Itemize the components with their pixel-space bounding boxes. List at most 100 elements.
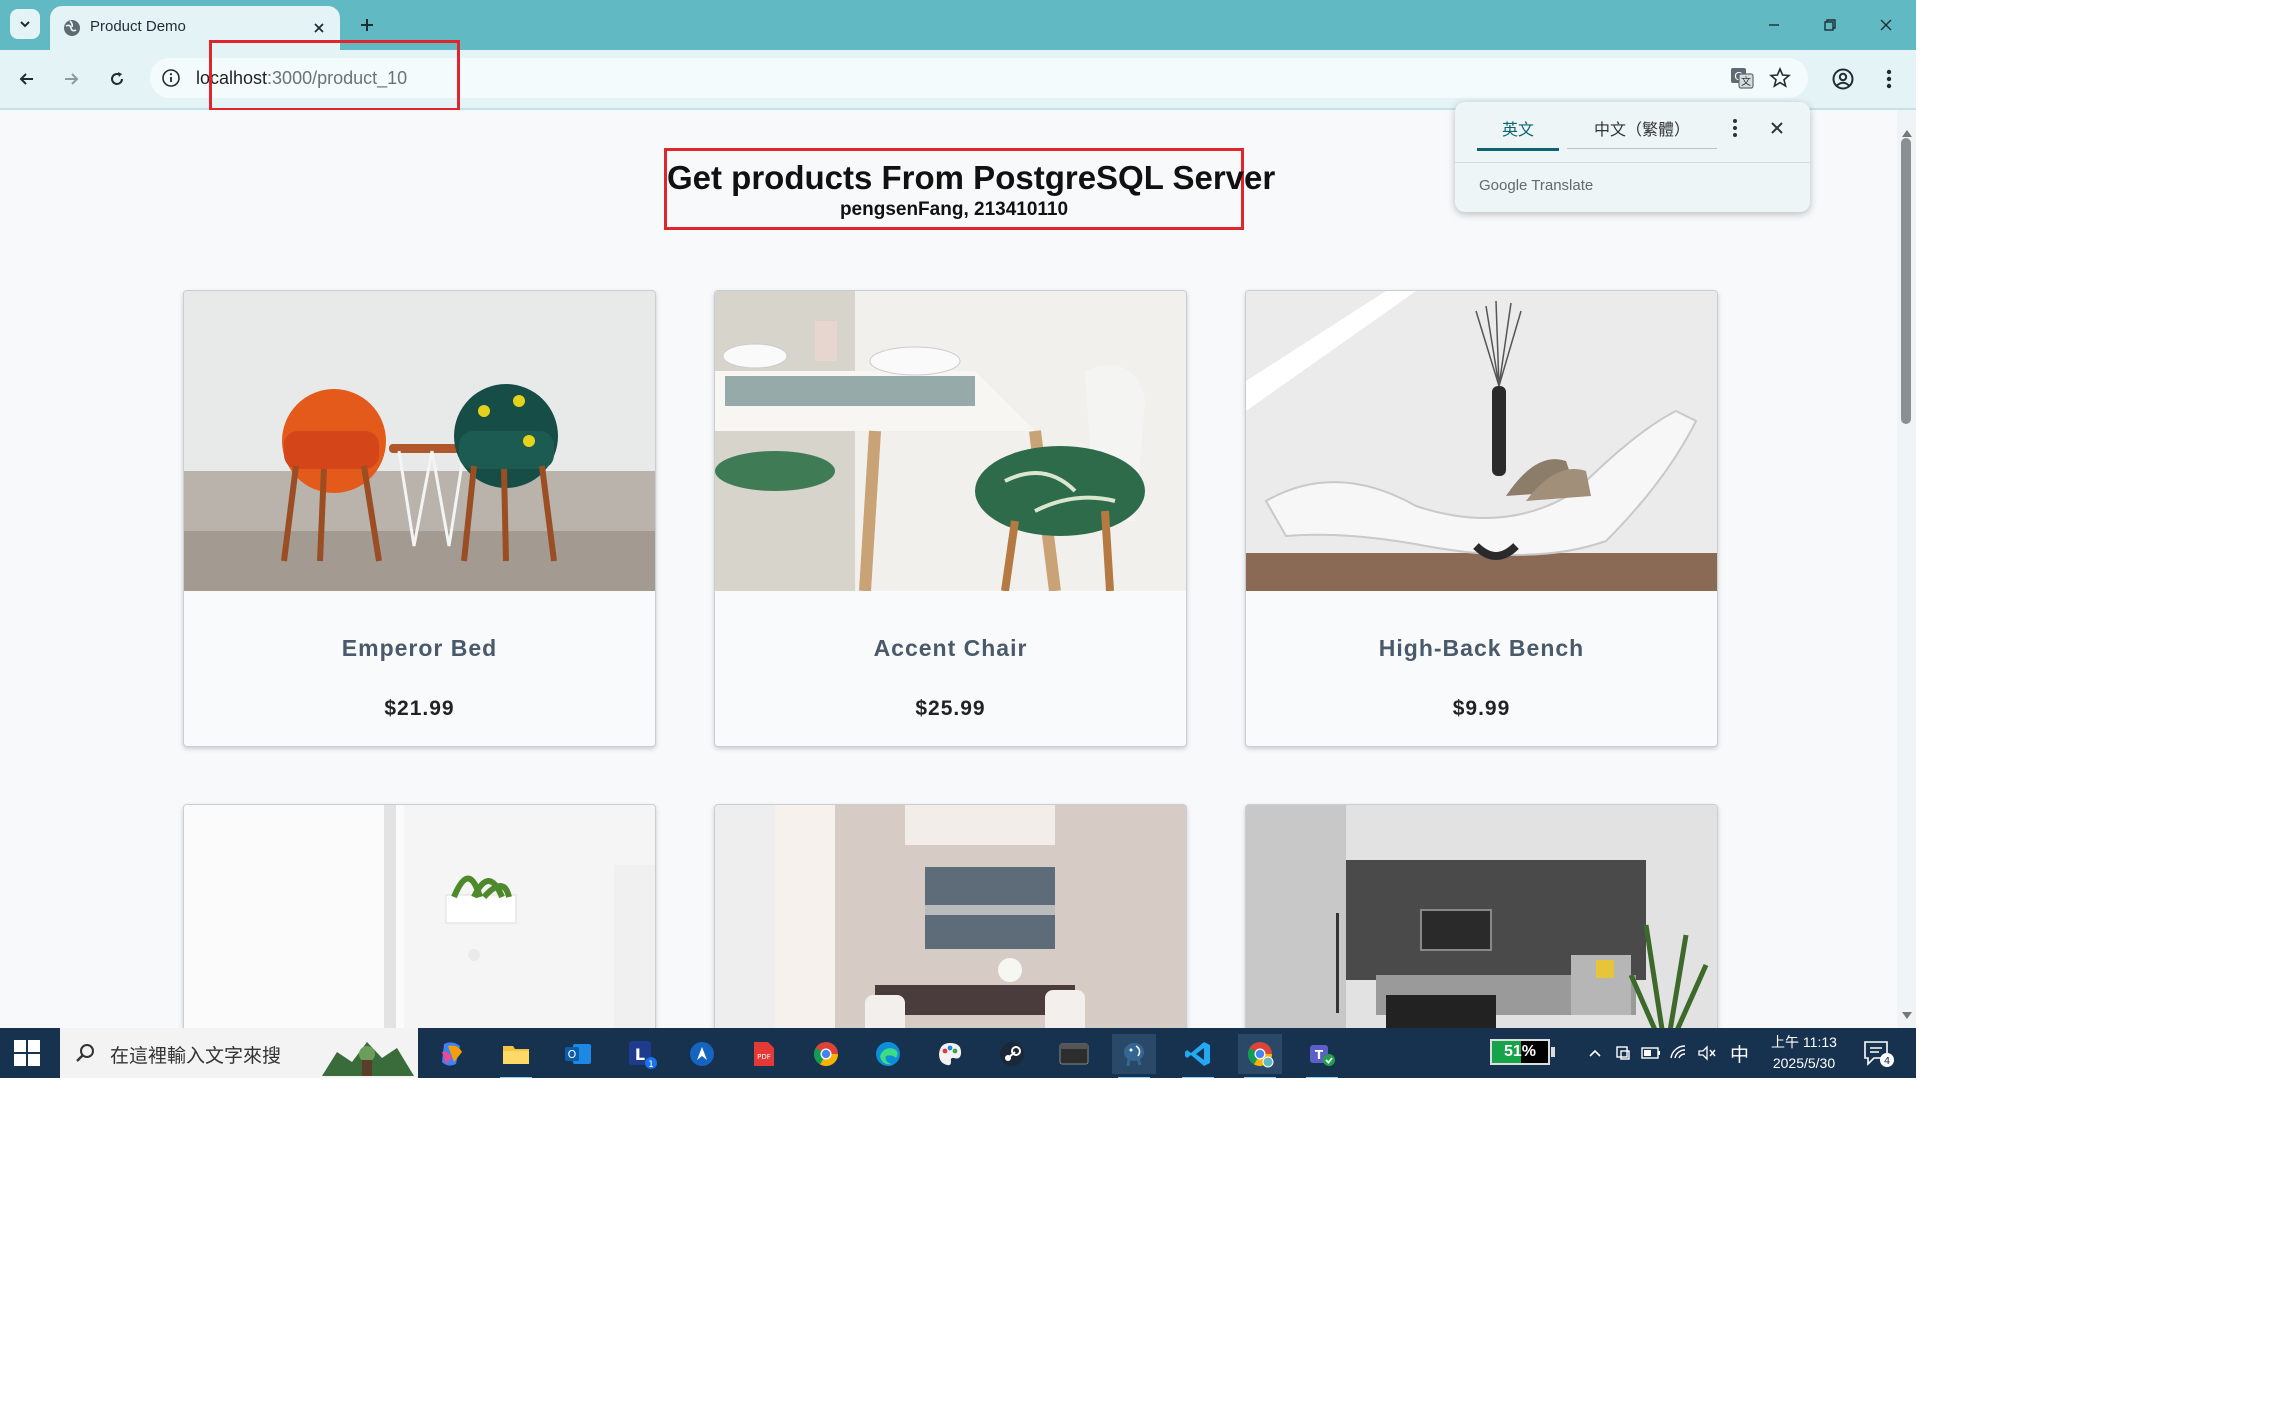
new-tab-button[interactable] <box>354 12 380 38</box>
clock-time: 上午 11:13 <box>1771 1034 1837 1050</box>
scroll-thumb[interactable] <box>1901 138 1911 424</box>
line-icon[interactable]: L1 <box>620 1034 664 1074</box>
more-vertical-icon <box>1886 69 1892 89</box>
product-image-white-room <box>184 805 655 1028</box>
chrome-profile-icon[interactable] <box>1238 1034 1282 1078</box>
screen: Product Demo localhost:3000/product_10 文… <box>0 0 1916 1078</box>
product-image-dining-room <box>715 805 1186 1028</box>
restore-button[interactable] <box>1810 10 1850 40</box>
product-price: $9.99 <box>1452 697 1511 720</box>
product-image-living-room <box>1246 805 1717 1028</box>
reload-icon <box>111 72 123 85</box>
copilot-icon[interactable] <box>430 1034 474 1074</box>
svg-text:PDF: PDF <box>757 1053 771 1061</box>
product-card[interactable]: High-Back Bench $9.99 <box>1245 290 1718 747</box>
product-name: Emperor Bed <box>341 635 498 661</box>
bookmark-star-icon[interactable] <box>1766 64 1794 92</box>
notification-icon[interactable]: 4 <box>1862 1038 1894 1068</box>
translate-target-tab[interactable]: 中文（繁體） <box>1567 116 1717 149</box>
battery-tray-icon[interactable] <box>1640 1042 1662 1064</box>
arrow-right-icon <box>65 73 79 85</box>
chrome-icon[interactable] <box>804 1034 848 1074</box>
account-icon <box>1832 68 1854 90</box>
product-image-emperor-bed <box>184 291 655 591</box>
edge-icon[interactable] <box>866 1034 910 1074</box>
product-card[interactable] <box>183 804 656 1028</box>
restore-icon <box>1824 19 1836 31</box>
reload-button[interactable] <box>100 62 134 96</box>
svg-text:T: T <box>1315 1048 1324 1062</box>
wifi-icon[interactable] <box>1668 1042 1690 1064</box>
translate-icon[interactable]: G文 <box>1728 64 1756 92</box>
clock-date: 2025/5/30 <box>1772 1055 1836 1071</box>
page-viewport: Get products From PostgreSQL Server peng… <box>0 110 1916 1028</box>
battery-nub <box>1551 1047 1555 1057</box>
device-icon[interactable] <box>1612 1042 1634 1064</box>
postgresql-icon[interactable] <box>1112 1034 1156 1078</box>
chevron-down-icon <box>20 21 30 28</box>
profile-button[interactable] <box>1826 62 1860 96</box>
paint-icon[interactable] <box>928 1034 972 1074</box>
battery-indicator[interactable]: 51% <box>1490 1039 1555 1065</box>
product-card[interactable] <box>1245 804 1718 1028</box>
forward-button[interactable] <box>54 62 88 96</box>
product-card[interactable]: Emperor Bed $21.99 <box>183 290 656 747</box>
volume-muted-icon[interactable] <box>1696 1042 1718 1064</box>
translate-options-button[interactable] <box>1723 116 1747 140</box>
pdf-icon[interactable]: PDF <box>742 1034 786 1074</box>
globe-icon <box>64 20 80 36</box>
tab-search-button[interactable] <box>10 9 40 39</box>
back-button[interactable] <box>10 62 44 96</box>
search-icon <box>76 1044 94 1062</box>
page-scrollbar[interactable] <box>1897 110 1916 1028</box>
svg-text:L: L <box>635 1045 645 1064</box>
product-name: Accent Chair <box>873 635 1028 661</box>
notification-count: 4 <box>1884 1056 1890 1067</box>
taskbar: 在這裡輸入文字來搜 O L1 PDF T 51% 中 上午 11:13 2025… <box>0 1028 1916 1078</box>
product-image-accent-chair <box>715 291 1186 591</box>
taskbar-search-box[interactable]: 在這裡輸入文字來搜 <box>60 1028 418 1078</box>
file-explorer-icon[interactable] <box>494 1034 538 1078</box>
outlook-badge: 1 <box>648 1060 654 1069</box>
product-price: $21.99 <box>384 697 455 720</box>
more-vertical-icon <box>1733 119 1737 137</box>
scroll-up-icon[interactable] <box>1902 130 1912 137</box>
arrow-app-icon[interactable] <box>680 1034 724 1074</box>
close-tab-icon[interactable] <box>310 19 328 37</box>
battery-percent: 51% <box>1503 1043 1537 1060</box>
close-icon <box>1771 122 1783 134</box>
translate-source-tab[interactable]: 英文 <box>1477 116 1559 151</box>
info-icon[interactable] <box>160 67 182 89</box>
vscode-icon[interactable] <box>1176 1034 1220 1078</box>
search-highlight-icon <box>322 1042 414 1076</box>
steam-icon[interactable] <box>990 1034 1034 1074</box>
page-title: Get products From PostgreSQL Server <box>667 159 1276 196</box>
browser-menu-button[interactable] <box>1872 62 1906 96</box>
taskbar-clock[interactable]: 上午 11:13 2025/5/30 <box>1764 1032 1844 1074</box>
translate-close-button[interactable] <box>1765 116 1789 140</box>
page-header: Get products From PostgreSQL Server peng… <box>664 148 1276 230</box>
product-price: $25.99 <box>915 697 986 720</box>
minimize-button[interactable] <box>1754 10 1794 40</box>
translate-brand: Google Translate <box>1455 162 1810 213</box>
page-subtitle: pengsenFang, 213410110 <box>839 199 1069 220</box>
arrow-left-icon <box>19 73 33 85</box>
url-annotation-box <box>209 40 460 111</box>
product-card[interactable]: Accent Chair $25.99 <box>714 290 1187 747</box>
close-icon <box>1880 19 1892 31</box>
product-name: High-Back Bench <box>1378 635 1585 661</box>
product-card[interactable] <box>714 804 1187 1028</box>
close-window-button[interactable] <box>1866 10 1906 40</box>
translate-popup: 英文 中文（繁體） Google Translate <box>1455 102 1810 212</box>
windows-start-icon[interactable] <box>14 1040 40 1066</box>
outlook-icon[interactable]: O <box>556 1034 600 1074</box>
minimize-icon <box>1769 24 1779 26</box>
svg-text:文: 文 <box>1741 75 1751 88</box>
terminal-icon[interactable] <box>1052 1034 1096 1074</box>
scroll-down-icon[interactable] <box>1902 1012 1912 1019</box>
ime-indicator[interactable]: 中 <box>1730 1040 1749 1067</box>
teams-icon[interactable]: T <box>1300 1034 1344 1078</box>
tab-title: Product Demo <box>90 18 186 35</box>
chevron-up-icon[interactable] <box>1584 1042 1606 1064</box>
plus-icon <box>361 19 373 31</box>
